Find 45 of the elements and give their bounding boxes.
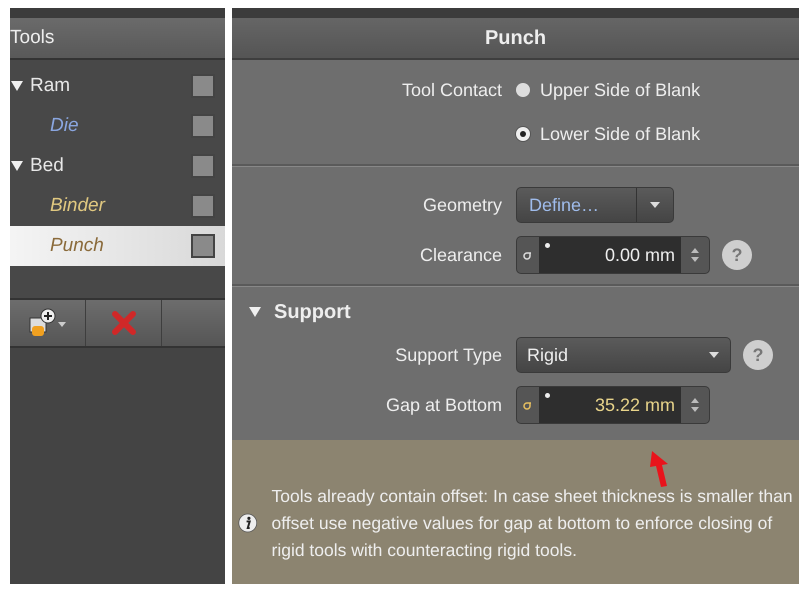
spin-arrows-icon[interactable] xyxy=(681,387,709,423)
checkbox[interactable] xyxy=(191,114,215,138)
checkbox[interactable] xyxy=(191,234,215,258)
radio-button[interactable] xyxy=(516,127,530,141)
tree-item[interactable]: Die xyxy=(10,106,225,146)
number-field[interactable]: 0.00 mm xyxy=(516,236,710,274)
tree-item-label: Bed xyxy=(30,155,64,177)
panel-title: Punch xyxy=(232,18,799,60)
number-field[interactable]: 35.22 mm xyxy=(516,386,710,424)
help-button[interactable]: ? xyxy=(722,240,752,270)
caret-icon xyxy=(649,201,661,209)
add-tool-icon xyxy=(28,308,68,338)
tree-item[interactable]: Binder xyxy=(10,186,225,226)
info-text: Tools already contain offset: In case sheet thickness is smaller than offset use negative values for gap at bottom to enforce closing of rigid tools with counteracting rigid tools. xyxy=(272,484,793,562)
tree-item-label: Punch xyxy=(50,235,104,257)
radio-option[interactable]: Lower Side of Blank xyxy=(516,112,700,156)
checkbox[interactable] xyxy=(191,154,215,178)
sigma-icon xyxy=(517,387,539,423)
spin-arrows-icon[interactable] xyxy=(681,237,709,273)
tree-item-label: Binder xyxy=(50,195,105,217)
caret-icon xyxy=(708,351,720,359)
tree-item-label: Die xyxy=(50,115,79,137)
field-label: Support Type xyxy=(394,344,503,366)
help-button[interactable]: ? xyxy=(743,340,773,370)
section-title: Support xyxy=(274,300,351,324)
collapse-triangle-icon[interactable] xyxy=(248,306,262,318)
checkbox[interactable] xyxy=(191,74,215,98)
tree-item[interactable]: Ram xyxy=(10,66,225,106)
field-label: Gap at Bottom xyxy=(384,394,503,416)
dropdown[interactable]: Define… xyxy=(516,187,674,223)
radio-option[interactable]: Upper Side of Blank xyxy=(516,68,700,112)
field-label: Geometry xyxy=(422,194,503,216)
tree-item[interactable]: Punch xyxy=(10,226,225,266)
field-label: Clearance xyxy=(418,244,503,266)
checkbox[interactable] xyxy=(191,194,215,218)
delete-icon xyxy=(110,310,136,336)
collapse-triangle-icon[interactable] xyxy=(10,160,24,172)
field-label: Tool Contact xyxy=(400,79,503,102)
tree-item-label: Ram xyxy=(30,75,70,97)
radio-button[interactable] xyxy=(516,83,530,97)
tree-item[interactable]: Bed xyxy=(10,146,225,186)
collapse-triangle-icon[interactable] xyxy=(10,80,24,92)
sigma-icon xyxy=(517,237,539,273)
panel-header: Tools xyxy=(10,18,225,60)
dropdown[interactable]: Rigid xyxy=(516,337,731,373)
